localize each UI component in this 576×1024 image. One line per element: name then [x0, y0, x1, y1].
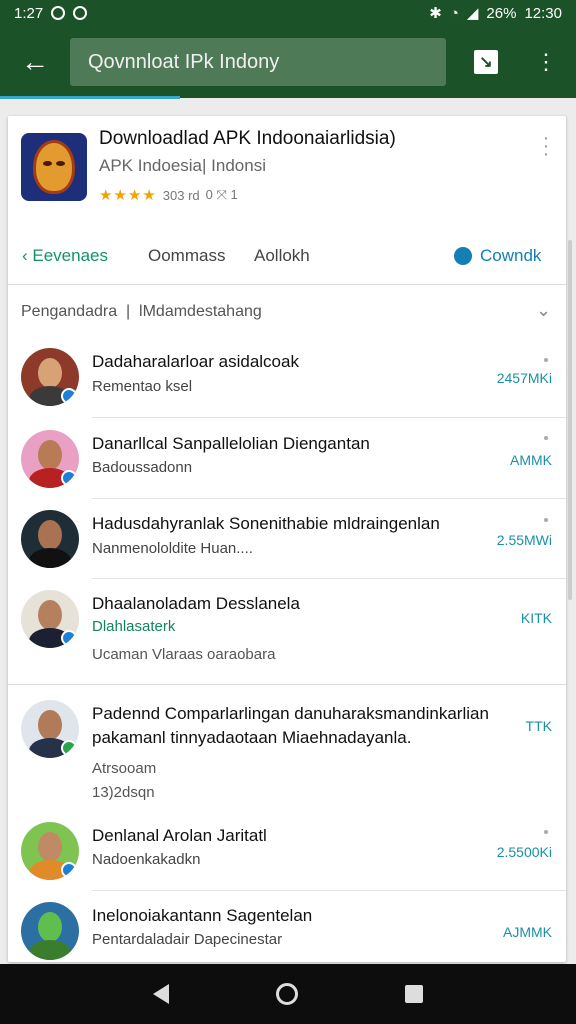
item-sub: Dlahlasaterk — [92, 618, 176, 635]
item-name: Danarllcal Sanpallelolian Diengantan — [92, 434, 370, 453]
rating-count: 0 ⤧ 1 — [205, 187, 238, 202]
wifi-icon: ◔ — [449, 4, 459, 22]
item-count: 2.5500Ki — [496, 844, 552, 860]
verified-icon — [61, 740, 77, 756]
avatar — [21, 348, 79, 406]
app-more-icon[interactable]: · · · — [540, 128, 552, 164]
divider — [8, 284, 566, 285]
more-button[interactable]: ⋮ — [516, 26, 576, 98]
item-more-icon[interactable] — [544, 436, 548, 440]
item-name: Hadusdahyranlak Sonenithabie mldraingenl… — [92, 514, 440, 533]
loading-progress — [0, 96, 180, 99]
status-bar: 1:27 ✱ ◔ ◢ 26% 12:30 — [0, 0, 576, 26]
download-button[interactable]: Cowndk — [454, 246, 541, 266]
item-count: AMMK — [510, 452, 552, 468]
item-sub: Nadoenkakadkn — [92, 851, 201, 868]
app-rating: ★★★★ 303 rd 0 ⤧ 1 — [99, 186, 238, 204]
tab-bar: ‹ Eevenaes Oommass Aollokh Cowndk — [8, 234, 566, 278]
item-count: 2.55MWi — [496, 532, 552, 548]
item-count: AJMMK — [503, 924, 552, 940]
item-more-icon[interactable] — [544, 830, 548, 834]
app-bar: ← Qovnnloat IPk Indony ↘ ⋮ — [0, 26, 576, 98]
signal-icon: ◢ — [466, 5, 479, 22]
bluetooth-icon: ✱ — [429, 5, 442, 22]
item-count: 2457MKi — [496, 370, 552, 386]
avatar — [21, 902, 79, 960]
tab-eevenaes[interactable]: ‹ Eevenaes — [22, 246, 108, 266]
back-button[interactable]: ← — [0, 26, 70, 98]
item-more-icon[interactable] — [544, 358, 548, 362]
app-header: Downloadlad APK Indoonaiarlidsia) APK In… — [8, 116, 566, 226]
section-divider — [8, 684, 566, 685]
notification-icon — [51, 6, 66, 20]
search-text: Qovnnloat IPk Indony — [88, 50, 280, 73]
nav-home-icon[interactable] — [275, 983, 298, 1005]
battery-percent: 26% — [486, 4, 517, 22]
mask-icon — [33, 140, 75, 194]
app-icon[interactable] — [21, 133, 87, 201]
shield-icon — [73, 6, 88, 20]
separator — [92, 417, 566, 418]
verified-icon — [61, 470, 77, 486]
item-name: Padennd Comparlarlingan danuharaksmandin… — [92, 704, 489, 723]
tab-aollokh[interactable]: Aollokh — [254, 246, 310, 266]
verified-icon — [61, 388, 77, 404]
content-card: Downloadlad APK Indoonaiarlidsia) APK In… — [8, 116, 566, 962]
avatar — [21, 430, 79, 488]
rating-text: 303 rd — [162, 187, 200, 203]
avatar — [21, 700, 79, 758]
download-icon — [454, 247, 472, 265]
separator — [92, 498, 566, 499]
avatar — [21, 510, 79, 568]
more-vert-icon: ⋮ — [535, 49, 557, 74]
item-sub2: 13)2dsqn — [92, 784, 155, 801]
avatar — [21, 590, 79, 648]
section-title: Pengandadra | lMdamdestahang — [21, 303, 262, 320]
app-subtitle: APK Indoesia| Indonsi — [99, 156, 266, 175]
separator — [92, 890, 566, 891]
avatar — [21, 822, 79, 880]
separator — [92, 578, 566, 579]
item-name-line2: pakamanl tinnyadaotaan Miaehnadayanla. — [92, 728, 412, 747]
star-rating-icon: ★★★★ — [99, 187, 157, 204]
item-more-icon[interactable] — [544, 518, 548, 522]
tab-oommass[interactable]: Oommass — [148, 246, 225, 266]
chevron-down-icon[interactable]: ⌄ — [536, 300, 551, 321]
item-sub: Nanmenololdite Huan.... — [92, 540, 253, 557]
item-sub2: Ucaman Vlaraas oaraobara — [92, 646, 276, 663]
verified-icon — [61, 862, 77, 878]
item-name: Inelonoiakantann Sagentelan — [92, 906, 313, 925]
nav-recents-icon[interactable] — [404, 985, 423, 1003]
item-sub: Badoussadonn — [92, 459, 193, 476]
arrow-left-icon: ← — [21, 46, 49, 77]
status-time-left: 1:27 — [14, 4, 44, 22]
item-name: Denlanal Arolan Jaritatl — [92, 826, 267, 845]
share-button[interactable]: ↘ — [456, 26, 516, 98]
item-name: Dhaalanoladam Desslanela — [92, 594, 300, 613]
scrollbar[interactable] — [568, 240, 572, 600]
verified-icon — [61, 630, 77, 646]
nav-back-icon[interactable] — [153, 984, 170, 1004]
item-name: Dadaharalarloar asidalcoak — [92, 352, 299, 371]
status-time-right: 12:30 — [524, 4, 562, 22]
item-sub: Rementao ksel — [92, 378, 193, 395]
item-count: KITK — [520, 610, 552, 626]
share-icon: ↘ — [474, 50, 498, 74]
system-nav-bar — [0, 964, 576, 1024]
item-count: TTK — [525, 718, 552, 734]
app-title: Downloadlad APK Indoonaiarlidsia) — [99, 128, 396, 149]
item-sub: Atrsooam — [92, 760, 157, 777]
search-input[interactable]: Qovnnloat IPk Indony — [70, 38, 446, 86]
item-sub: Pentardaladair Dapecinestar — [92, 931, 283, 948]
